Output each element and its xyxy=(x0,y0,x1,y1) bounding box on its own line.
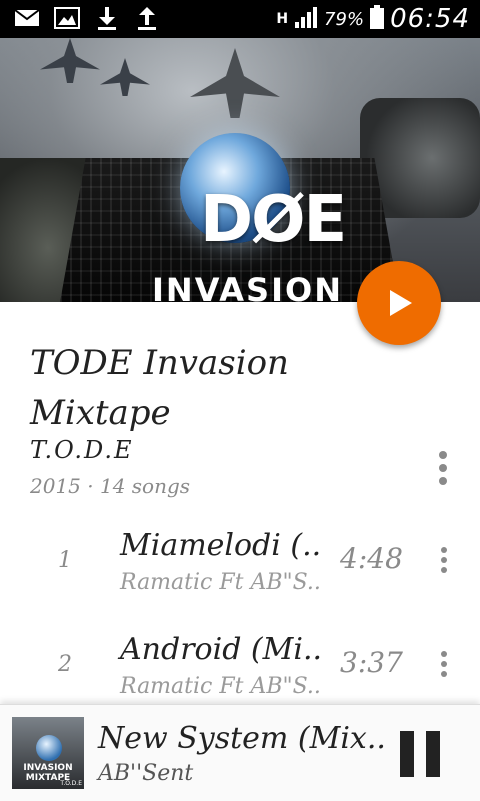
album-art-logo: DØE xyxy=(200,183,347,257)
track-row[interactable]: 2 Android (Mi.. Ramatic Ft AB"S.. 3:37 xyxy=(0,612,480,716)
now-playing-bar[interactable]: INVASION MIXTAPE T.O.D.E New System (Mix… xyxy=(0,704,480,801)
clock: 06:54 xyxy=(390,4,470,34)
track-artist: Ramatic Ft AB"S.. xyxy=(120,674,321,699)
play-icon xyxy=(390,290,412,316)
track-row[interactable]: 1 Miamelodi (.. Ramatic Ft AB"S.. 4:48 xyxy=(0,508,480,612)
track-number: 2 xyxy=(58,652,72,677)
album-meta: 2015 · 14 songs xyxy=(30,474,191,498)
now-playing-title: New System (Mix.. xyxy=(98,721,386,756)
album-artist[interactable]: T.O.D.E xyxy=(30,436,134,464)
track-more-options-button[interactable] xyxy=(439,650,449,678)
track-duration: 4:48 xyxy=(340,542,403,575)
play-button[interactable] xyxy=(357,261,441,345)
track-title: Miamelodi (.. xyxy=(120,528,322,563)
now-playing-art-artist: T.O.D.E xyxy=(60,780,82,787)
status-bar: H 79% 06:54 xyxy=(0,0,480,38)
now-playing-album-art[interactable]: INVASION MIXTAPE T.O.D.E xyxy=(12,717,84,789)
more-vert-icon xyxy=(439,451,447,485)
album-title: TODE Invasion Mixtape xyxy=(30,343,289,433)
track-title: Android (Mi.. xyxy=(120,632,323,667)
pause-icon xyxy=(400,731,414,777)
more-vert-icon xyxy=(441,547,447,573)
track-duration: 3:37 xyxy=(340,646,403,679)
track-artist: Ramatic Ft AB"S.. xyxy=(120,570,321,595)
network-type-indicator: H xyxy=(276,11,289,27)
upload-icon xyxy=(134,7,160,30)
mail-icon xyxy=(14,7,40,29)
image-icon xyxy=(54,7,80,29)
now-playing-artist: AB''Sent xyxy=(98,761,194,786)
pause-button[interactable] xyxy=(398,731,442,777)
battery-icon xyxy=(370,5,385,33)
track-number: 1 xyxy=(58,548,72,573)
album-more-options-button[interactable] xyxy=(436,450,450,486)
battery-percent: 79% xyxy=(324,8,365,30)
signal-icon xyxy=(294,6,318,32)
more-vert-icon xyxy=(441,651,447,677)
album-art-caption: INVASION xyxy=(152,271,343,302)
track-more-options-button[interactable] xyxy=(439,546,449,574)
download-icon xyxy=(94,7,120,30)
